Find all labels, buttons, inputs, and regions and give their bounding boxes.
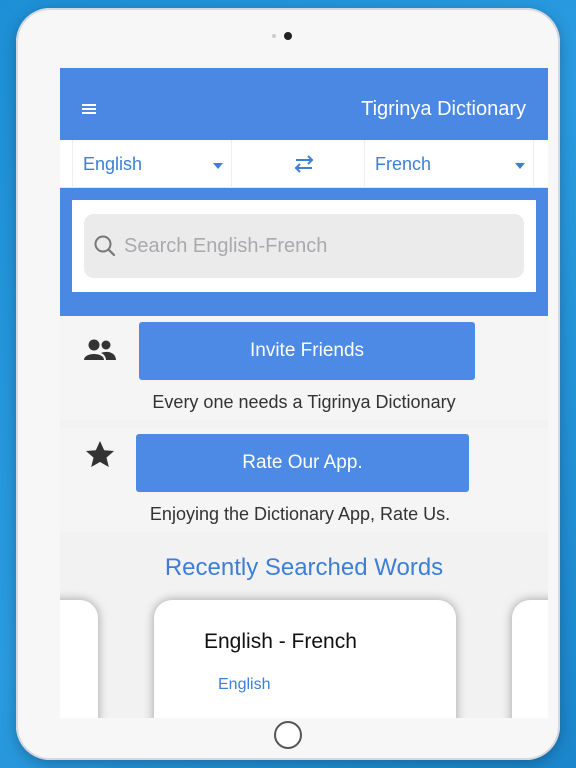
rate-section: Rate Our App. Enjoying the Dictionary Ap… xyxy=(60,428,548,532)
caret-down-icon xyxy=(213,163,223,169)
users-icon xyxy=(84,339,116,360)
source-language-label: English xyxy=(83,153,143,174)
search-placeholder: Search English-French xyxy=(124,234,328,257)
search-section: Search English-French xyxy=(60,188,548,316)
source-language-select[interactable]: English xyxy=(72,140,232,188)
front-camera xyxy=(284,32,292,40)
search-input[interactable]: Search English-French xyxy=(84,214,524,278)
recent-card-subtitle: English xyxy=(218,676,271,693)
recent-card-previous[interactable] xyxy=(60,600,98,718)
invite-section: Invite Friends Every one needs a Tigriny… xyxy=(60,316,548,420)
rate-app-button[interactable]: Rate Our App. xyxy=(136,434,469,492)
caret-down-icon xyxy=(515,163,525,169)
invite-friends-button[interactable]: Invite Friends xyxy=(139,322,475,380)
recent-card-title: English - French xyxy=(204,630,357,653)
app-screen: Tigrinya Dictionary English French Searc… xyxy=(60,68,548,718)
language-bar: English French xyxy=(60,140,548,188)
star-icon xyxy=(86,441,114,467)
nav-bar: Tigrinya Dictionary xyxy=(60,68,548,140)
invite-caption: Every one needs a Tigrinya Dictionary xyxy=(152,392,456,412)
search-container: Search English-French xyxy=(72,200,536,292)
swap-arrows-icon[interactable] xyxy=(292,155,316,173)
tablet-frame: Tigrinya Dictionary English French Searc… xyxy=(16,8,560,760)
recent-searches-title: Recently Searched Words xyxy=(164,554,444,581)
recent-card[interactable]: English - French English xyxy=(154,600,456,718)
target-language-select[interactable]: French xyxy=(364,140,534,188)
target-language-label: French xyxy=(375,153,432,174)
search-icon xyxy=(94,235,116,257)
home-button[interactable] xyxy=(274,721,302,749)
rate-caption: Enjoying the Dictionary App, Rate Us. xyxy=(149,504,451,524)
recent-card-next[interactable] xyxy=(512,600,548,718)
sensor-dot xyxy=(272,34,276,38)
recent-searches-section: Recently Searched Words English - French… xyxy=(60,540,548,718)
app-title: Tigrinya Dictionary xyxy=(361,98,526,120)
hamburger-menu-icon[interactable] xyxy=(82,104,96,114)
